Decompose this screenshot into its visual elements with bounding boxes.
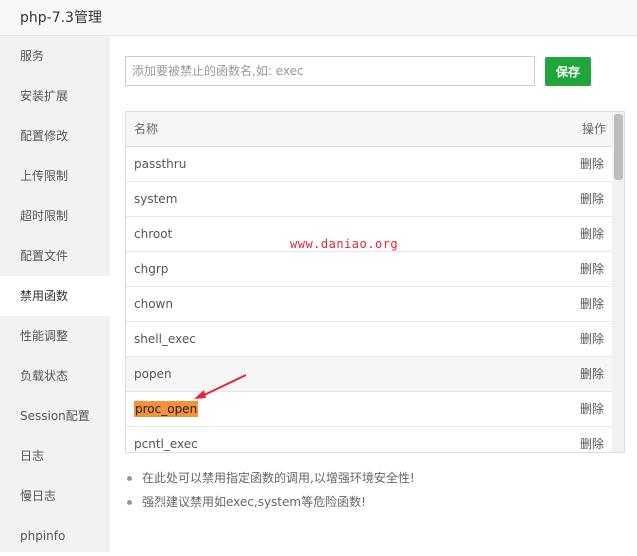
function-name-cell: proc_open xyxy=(134,401,199,417)
sidebar: 服务 安装扩展 配置修改 上传限制 超时限制 配置文件 禁用函数 性能调整 负载状态 Sessio… xyxy=(0,36,110,552)
sidebar-item[interactable]: 配置文件 xyxy=(0,236,110,276)
table-body: passthru 删除 system 删除 chroot 删除 chgrp 删除 chown 删除… xyxy=(126,147,624,452)
table-row: chown 删除 xyxy=(126,287,612,322)
function-name-cell: passthru xyxy=(134,157,187,171)
table-row: passthru 删除 xyxy=(126,147,612,182)
delete-link[interactable]: 删除 xyxy=(580,392,604,426)
bullet-icon xyxy=(127,500,132,505)
function-name-cell: system xyxy=(134,192,178,206)
sidebar-item[interactable]: 配置修改 xyxy=(0,116,110,156)
column-header-name: 名称 xyxy=(134,122,159,136)
function-name-input[interactable] xyxy=(125,56,535,86)
table-header: 名称 操作 xyxy=(126,112,612,147)
function-name-cell: chown xyxy=(134,297,173,311)
sidebar-item[interactable]: 超时限制 xyxy=(0,196,110,236)
sidebar-item[interactable]: 慢日志 xyxy=(0,476,110,516)
tip-item: 在此处可以禁用指定函数的调用,以增强环境安全性! xyxy=(124,466,415,490)
delete-link[interactable]: 删除 xyxy=(580,427,604,452)
delete-link[interactable]: 删除 xyxy=(580,252,604,286)
sidebar-item[interactable]: 日志 xyxy=(0,436,110,476)
sidebar-item[interactable]: 禁用函数 xyxy=(0,276,110,316)
sidebar-item[interactable]: 安装扩展 xyxy=(0,76,110,116)
sidebar-item[interactable]: phpinfo xyxy=(0,516,110,556)
column-header-action: 操作 xyxy=(581,122,606,136)
window-title: php-7.3管理 xyxy=(20,10,102,26)
delete-link[interactable]: 删除 xyxy=(580,357,604,391)
table-row: chgrp 删除 xyxy=(126,252,612,287)
table-row: shell_exec 删除 xyxy=(126,322,612,357)
function-name-cell: popen xyxy=(134,367,172,381)
watermark-text: www.daniao.org xyxy=(290,237,399,251)
sidebar-item[interactable]: Session配置 xyxy=(0,396,110,436)
table-row: system 删除 xyxy=(126,182,612,217)
function-name-cell: chgrp xyxy=(134,262,169,276)
delete-link[interactable]: 删除 xyxy=(580,147,604,181)
table-scrollbar[interactable] xyxy=(612,112,624,452)
function-name-cell: chroot xyxy=(134,227,173,241)
tips-list: 在此处可以禁用指定函数的调用,以增强环境安全性! 强烈建议禁用如exec,syst… xyxy=(124,466,415,514)
bullet-icon xyxy=(127,476,132,481)
tip-text: 在此处可以禁用指定函数的调用,以增强环境安全性! xyxy=(142,471,415,485)
table-row: pcntl_exec 删除 xyxy=(126,427,612,452)
tip-text: 强烈建议禁用如exec,system等危险函数! xyxy=(142,495,366,509)
tip-item: 强烈建议禁用如exec,system等危险函数! xyxy=(124,490,415,514)
delete-link[interactable]: 删除 xyxy=(580,217,604,251)
sidebar-item[interactable]: 上传限制 xyxy=(0,156,110,196)
function-name-cell: shell_exec xyxy=(134,332,196,346)
function-name-cell: pcntl_exec xyxy=(134,437,198,451)
main-panel: 保存 名称 操作 passthru删除system删除chroot删除chgrp… xyxy=(110,36,637,552)
save-button[interactable]: 保存 xyxy=(545,57,591,86)
delete-link[interactable]: 删除 xyxy=(580,182,604,216)
sidebar-item[interactable]: 性能调整 xyxy=(0,316,110,356)
sidebar-item[interactable]: 负载状态 xyxy=(0,356,110,396)
delete-link[interactable]: 删除 xyxy=(580,287,604,321)
sidebar-item[interactable]: 服务 xyxy=(0,36,110,76)
delete-link[interactable]: 删除 xyxy=(580,322,604,356)
disabled-functions-table: 名称 操作 passthru 删除 system 删除 chroot 删除 chgrp 删除 c… xyxy=(125,111,625,453)
annotation-arrow-icon xyxy=(194,374,247,399)
scrollbar-thumb[interactable] xyxy=(614,114,623,180)
window-titlebar: php-7.3管理 xyxy=(0,0,637,36)
